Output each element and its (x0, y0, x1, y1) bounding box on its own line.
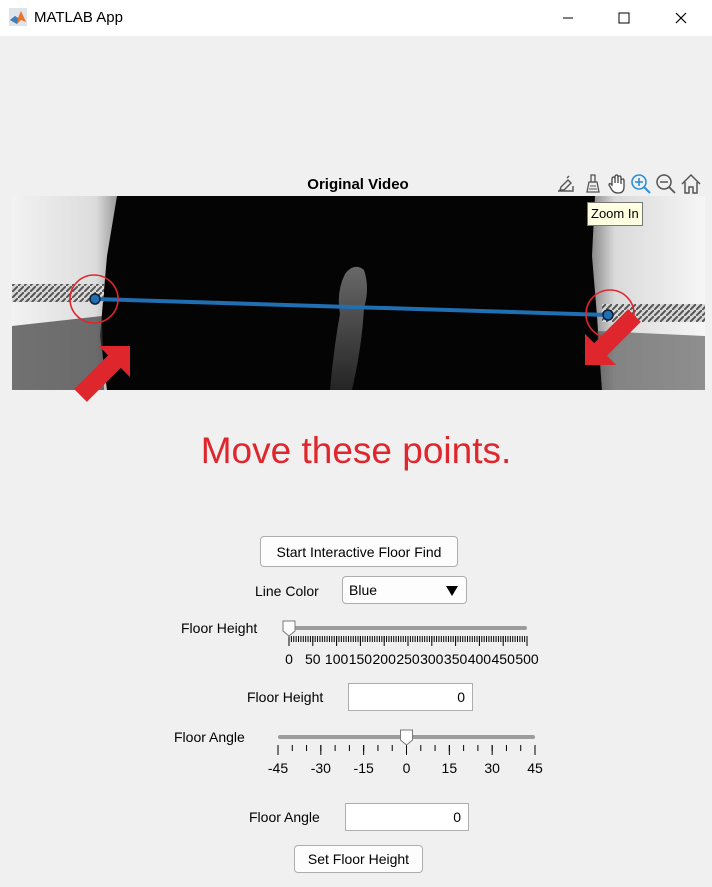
floor-height-slider-tick-label: 350 (444, 651, 468, 667)
floor-angle-slider-thumb[interactable] (400, 729, 413, 746)
close-button[interactable] (658, 0, 704, 36)
floor-angle-slider-tick-label: -15 (354, 760, 374, 776)
floor-angle-slider-tick-label: -45 (268, 760, 288, 776)
axes-title: Original Video (307, 176, 409, 193)
floor-height-slider-tick-label: 500 (515, 651, 539, 667)
maximize-button[interactable] (601, 0, 647, 36)
floor-angle-slider-tick-label: 0 (403, 760, 411, 776)
floor-angle-slider-tick-label: -30 (311, 760, 331, 776)
line-color-label: Line Color (255, 583, 319, 599)
floor-angle-slider-tick-label: 30 (484, 760, 500, 776)
floor-angle-slider-tick-label: 15 (442, 760, 458, 776)
floor-height-slider-tick-label: 300 (420, 651, 444, 667)
floor-angle-slider-tick-label: 45 (527, 760, 543, 776)
instruction-text: Move these points. (200, 430, 512, 471)
floor-height-slider-tick-label: 400 (468, 651, 492, 667)
minimize-icon (563, 17, 573, 19)
zoom-in-tooltip: Zoom In (587, 202, 643, 226)
axes-toolbar (555, 172, 705, 196)
floor-angle-input[interactable]: 0 (345, 803, 469, 831)
chevron-down-icon (446, 586, 458, 596)
floor-height-slider-tick-label: 150 (349, 651, 373, 667)
zoom-in-button[interactable] (630, 172, 652, 196)
zoom-out-button[interactable] (655, 172, 677, 196)
title-bar: MATLAB App (0, 0, 712, 36)
floor-height-slider-tick-label: 450 (492, 651, 516, 667)
maximize-icon (618, 12, 630, 24)
floor-angle-slider-track[interactable] (278, 735, 535, 739)
floor-height-input[interactable]: 0 (348, 683, 473, 711)
brush-export-icon (558, 175, 574, 192)
data-brush-button[interactable] (582, 172, 604, 196)
floor-height-slider-tick-label: 100 (325, 651, 349, 667)
zoom-in-icon (631, 174, 651, 194)
brush-export-button[interactable] (555, 172, 577, 196)
floor-line-left-handle[interactable] (89, 293, 101, 305)
floor-height-field-label: Floor Height (247, 689, 324, 705)
start-interactive-floor-find-button[interactable]: Start Interactive Floor Find (260, 536, 458, 567)
line-color-value: Blue (349, 582, 378, 598)
window-title: MATLAB App (34, 9, 123, 26)
matlab-logo-icon (9, 8, 27, 26)
floor-height-slider-tick-label: 250 (396, 651, 420, 667)
home-icon (681, 173, 701, 194)
set-floor-height-button[interactable]: Set Floor Height (294, 845, 423, 873)
floor-height-slider-label: Floor Height (181, 620, 258, 636)
floor-height-slider-tick-label: 0 (285, 651, 293, 667)
floor-height-slider-tick-label: 50 (305, 651, 321, 667)
floor-angle-slider-label: Floor Angle (174, 729, 245, 745)
floor-height-slider-track[interactable] (289, 626, 527, 630)
close-icon (675, 12, 687, 24)
floor-height-slider-tick-label: 200 (373, 651, 397, 667)
pan-hand-icon (608, 174, 625, 194)
restore-view-button[interactable] (680, 172, 702, 196)
data-brush-icon (586, 174, 600, 193)
floor-angle-field-label: Floor Angle (249, 809, 320, 825)
floor-line[interactable] (94, 297, 609, 317)
minimize-button[interactable] (545, 0, 591, 36)
zoom-out-icon (656, 174, 676, 194)
floor-line-right-handle[interactable] (602, 309, 614, 321)
pan-button[interactable] (606, 172, 628, 196)
line-color-dropdown[interactable]: Blue (342, 576, 467, 604)
floor-height-slider-thumb[interactable] (282, 620, 296, 637)
